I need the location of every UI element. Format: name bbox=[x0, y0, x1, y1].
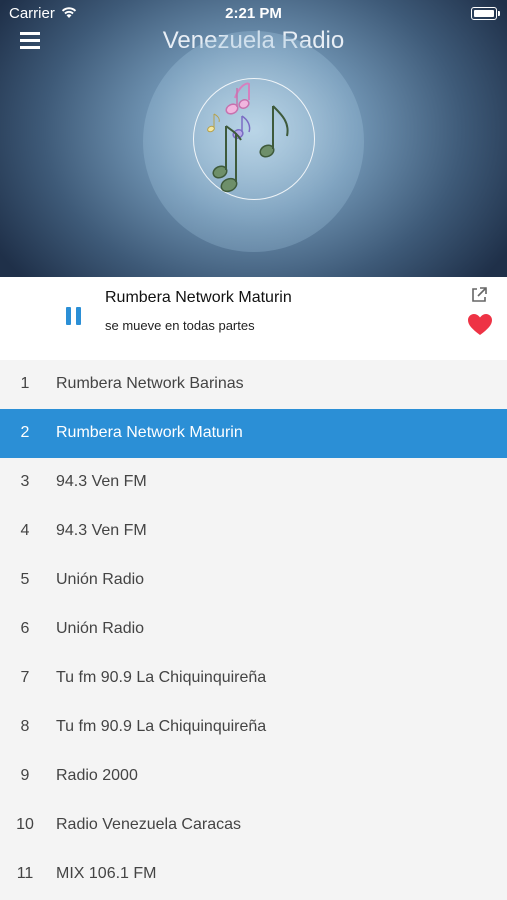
station-row[interactable]: 9 Radio 2000 bbox=[0, 752, 507, 801]
station-name: Radio Venezuela Caracas bbox=[56, 816, 242, 833]
now-playing-title: Rumbera Network Maturin bbox=[105, 289, 292, 306]
heart-icon[interactable] bbox=[467, 313, 493, 337]
battery-icon bbox=[471, 7, 500, 20]
station-name: Tu fm 90.9 La Chiquinquireña bbox=[56, 718, 267, 735]
station-row[interactable]: 8 Tu fm 90.9 La Chiquinquireña bbox=[0, 703, 507, 752]
station-name: Tu fm 90.9 La Chiquinquireña bbox=[56, 669, 267, 686]
station-row[interactable]: 7 Tu fm 90.9 La Chiquinquireña bbox=[0, 654, 507, 703]
now-playing-subtitle: se mueve en todas partes bbox=[105, 318, 255, 333]
station-number: 7 bbox=[20, 669, 30, 686]
clock: 2:21 PM bbox=[225, 5, 282, 22]
station-row[interactable]: 6 Unión Radio bbox=[0, 605, 507, 654]
station-number: 1 bbox=[20, 375, 30, 392]
station-row[interactable]: 1 Rumbera Network Barinas bbox=[0, 360, 507, 409]
station-number: 5 bbox=[20, 571, 30, 588]
station-list: 1 Rumbera Network Barinas 2 Rumbera Network… bbox=[0, 360, 507, 899]
station-name: Radio 2000 bbox=[56, 767, 138, 784]
station-number: 10 bbox=[16, 816, 34, 833]
share-external-icon[interactable] bbox=[470, 286, 488, 304]
header: Carrier 2:21 PM Venezuela Radio bbox=[0, 0, 507, 277]
station-row[interactable]: 11 MIX 106.1 FM bbox=[0, 850, 507, 899]
station-name: MIX 106.1 FM bbox=[56, 865, 157, 882]
station-name: 94.3 Ven FM bbox=[56, 522, 147, 539]
station-name: Unión Radio bbox=[56, 620, 145, 637]
station-name: Rumbera Network Barinas bbox=[56, 375, 244, 392]
station-name: 94.3 Ven FM bbox=[56, 473, 147, 490]
station-row[interactable]: 3 94.3 Ven FM bbox=[0, 458, 507, 507]
station-name: Rumbera Network Maturin bbox=[56, 424, 243, 441]
station-name: Unión Radio bbox=[56, 571, 145, 588]
station-number: 11 bbox=[16, 865, 34, 882]
station-number: 9 bbox=[20, 767, 30, 784]
station-number: 8 bbox=[20, 718, 30, 735]
station-row[interactable]: 5 Unión Radio bbox=[0, 556, 507, 605]
station-number: 4 bbox=[20, 522, 30, 539]
station-row[interactable]: 10 Radio Venezuela Caracas bbox=[0, 801, 507, 850]
station-row[interactable]: 2 Rumbera Network Maturin bbox=[0, 409, 507, 458]
station-number: 3 bbox=[20, 473, 30, 490]
music-notes-icon bbox=[207, 82, 289, 193]
station-number: 6 bbox=[20, 620, 30, 637]
pause-icon[interactable] bbox=[66, 307, 82, 325]
status-bar: Carrier 2:21 PM bbox=[0, 0, 507, 26]
station-row[interactable]: 4 94.3 Ven FM bbox=[0, 507, 507, 556]
station-number: 2 bbox=[20, 424, 30, 441]
